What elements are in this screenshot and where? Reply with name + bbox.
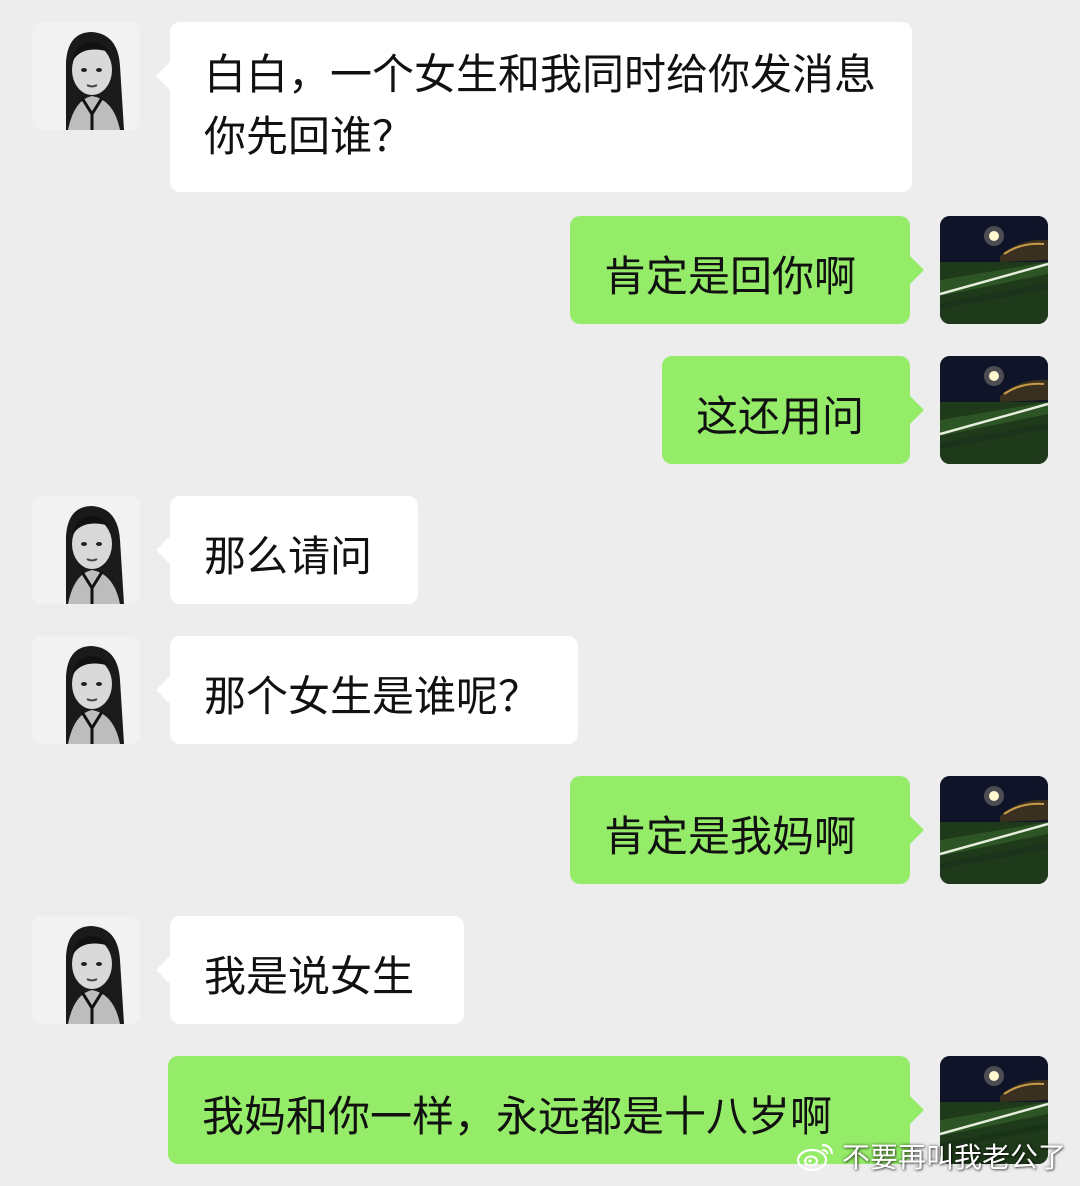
weibo-logo-icon — [796, 1143, 834, 1172]
message-bubble-incoming[interactable]: 我是说女生 — [156, 916, 464, 1024]
contact-avatar[interactable] — [32, 22, 140, 130]
self-avatar[interactable] — [940, 216, 1048, 324]
weibo-watermark: 不要再叫我老公了 — [796, 1136, 1066, 1176]
contact-avatar-image — [32, 496, 140, 604]
self-avatar[interactable] — [940, 776, 1048, 884]
message-bubble-outgoing[interactable]: 肯定是回你啊 — [570, 216, 924, 324]
self-avatar-image — [940, 216, 1048, 324]
contact-avatar-image — [32, 636, 140, 744]
contact-avatar[interactable] — [32, 496, 140, 604]
message-bubble-outgoing[interactable]: 这还用问 — [662, 356, 924, 464]
self-avatar-image — [940, 776, 1048, 884]
self-avatar[interactable] — [940, 356, 1048, 464]
message-bubble-incoming[interactable]: 白白，一个女生和我同时给你发消息你先回谁？ — [156, 22, 912, 192]
message-bubble-incoming[interactable]: 那个女生是谁呢？ — [156, 636, 578, 744]
message-bubble-outgoing[interactable]: 肯定是我妈啊 — [570, 776, 924, 884]
self-avatar-image — [940, 356, 1048, 464]
contact-avatar[interactable] — [32, 916, 140, 1024]
contact-avatar-image — [32, 916, 140, 1024]
contact-avatar[interactable] — [32, 636, 140, 744]
message-bubble-incoming[interactable]: 那么请问 — [156, 496, 418, 604]
watermark-text: 不要再叫我老公了 — [841, 1141, 1066, 1174]
contact-avatar-image — [32, 22, 140, 130]
